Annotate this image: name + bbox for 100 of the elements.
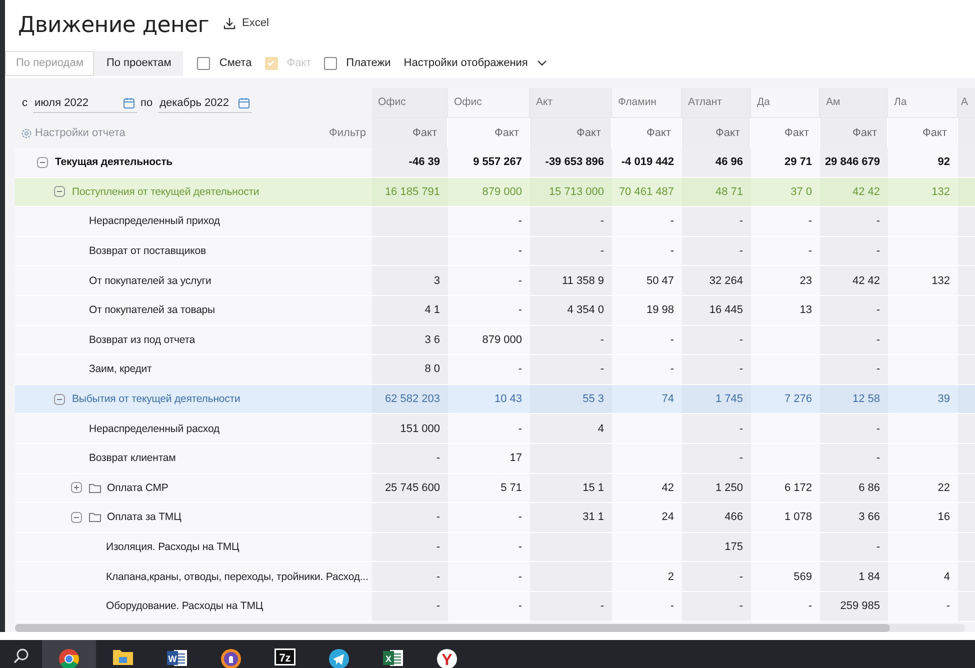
table-cell: 16 185 791 <box>372 178 448 208</box>
table-cell: 12 58 <box>820 384 888 414</box>
date-from-field[interactable]: июля 2022 <box>32 94 136 112</box>
collapse-icon[interactable] <box>54 394 65 405</box>
table-cell: 16 <box>888 503 958 533</box>
row-label: От покупателей за товары <box>89 304 215 316</box>
table-cell: - <box>448 296 530 326</box>
measure-header: Факт <box>820 118 888 148</box>
table-cell: 22 <box>888 474 958 504</box>
table-cell: - <box>372 503 448 533</box>
table-cell: - <box>682 562 751 592</box>
filter-label[interactable]: Фильтр <box>329 127 366 139</box>
folder-icon <box>112 648 134 666</box>
project-column-header[interactable]: Акт <box>530 88 612 118</box>
table-cell: - <box>682 326 751 356</box>
table-cell: - <box>612 207 682 237</box>
table-cell: - <box>448 414 530 444</box>
measure-header: Факт <box>888 118 958 148</box>
calendar-icon <box>122 96 134 108</box>
table-cell: 48 71 <box>682 178 751 208</box>
taskbar-button[interactable]: W <box>150 640 204 668</box>
report-settings-button[interactable]: Настройки отчета <box>20 126 126 140</box>
table-cell: 42 42 <box>820 178 888 208</box>
project-column-header[interactable]: Офис <box>372 88 448 118</box>
table-cell: - <box>682 414 751 444</box>
table-cell: - <box>820 532 888 562</box>
table-cell: - <box>612 326 682 356</box>
project-column-header[interactable]: Да <box>751 88 820 118</box>
date-to-field[interactable]: декабрь 2022 <box>158 94 252 112</box>
download-icon <box>223 16 236 30</box>
horizontal-scrollbar[interactable] <box>15 624 965 632</box>
table-cell <box>888 414 958 444</box>
view-tab[interactable]: По периодам <box>5 50 94 76</box>
table-cell: - <box>612 236 682 266</box>
taskbar-button[interactable]: 7z <box>258 640 312 668</box>
table-cell <box>751 355 820 385</box>
row-label: Текущая деятельность <box>55 156 172 168</box>
table-cell: - <box>888 592 958 622</box>
excel-export-button[interactable]: Excel <box>221 14 271 32</box>
row-label: От покупателей за услуги <box>89 274 212 287</box>
table-cell <box>958 178 975 208</box>
project-column-header[interactable]: Офис <box>448 88 530 118</box>
table-cell <box>888 355 958 385</box>
table-cell: - <box>682 207 751 237</box>
table-cell: 92 <box>888 148 958 178</box>
row-label: Возврат от поставщиков <box>89 245 206 258</box>
table-cell: 3 6 <box>372 326 448 356</box>
checkbox-label: Платежи <box>346 57 391 69</box>
table-cell: - <box>682 236 751 266</box>
taskbar-button[interactable]: X <box>366 640 420 668</box>
table-cell: 42 42 <box>820 266 888 296</box>
table-cell: 37 0 <box>751 178 820 208</box>
project-column-header[interactable]: Фламин <box>612 88 682 118</box>
from-label: с <box>22 97 28 109</box>
row-label: Заим, кредит <box>89 363 152 376</box>
table-cell: - <box>372 444 448 474</box>
row-label: Поступления от текущей деятельности <box>72 186 260 198</box>
collapse-icon[interactable] <box>37 156 48 168</box>
measure-header: Факт <box>751 118 820 148</box>
check-icon <box>266 58 276 68</box>
table-cell: 4 <box>888 562 958 592</box>
table-cell: 2 <box>612 562 682 592</box>
project-column-header[interactable]: Ам <box>820 88 888 118</box>
collapse-icon[interactable] <box>54 186 65 198</box>
search-icon <box>13 648 29 664</box>
checkbox-label: Смета <box>219 57 252 69</box>
measure-header: Факт <box>530 118 612 148</box>
table-cell: - <box>372 532 448 562</box>
table-cell <box>958 148 975 178</box>
table-cell <box>888 207 958 237</box>
row-label: Оплата СМР <box>107 482 168 494</box>
collapse-icon[interactable] <box>71 512 82 523</box>
checkbox[interactable] <box>324 56 338 70</box>
table-cell: - <box>448 503 530 533</box>
table-cell: 55 3 <box>530 384 612 414</box>
taskbar-button[interactable]: Y <box>420 640 474 668</box>
folder-icon <box>89 482 101 493</box>
table-cell: 8 0 <box>372 355 448 385</box>
table-cell: 32 264 <box>682 266 751 296</box>
project-column-header[interactable]: Ла <box>888 88 958 118</box>
table-cell: - <box>751 592 820 622</box>
checkbox-label: Факт <box>286 57 312 69</box>
table-cell: - <box>530 236 612 266</box>
table-cell: 39 <box>888 384 958 414</box>
row-label: Изоляция. Расходы на ТМЦ <box>106 541 240 554</box>
table-cell: - <box>448 236 530 266</box>
table-cell: 42 <box>612 474 682 504</box>
table-cell: - <box>448 266 530 296</box>
measure-header: Факт <box>448 118 530 148</box>
chevron-down-icon <box>536 60 547 66</box>
table-cell: 15 713 000 <box>530 178 612 208</box>
project-column-header[interactable]: А <box>958 88 975 118</box>
view-tab[interactable]: По проектам <box>94 50 184 76</box>
checkbox[interactable] <box>197 56 210 70</box>
project-column-header[interactable]: Атлант <box>682 88 751 118</box>
table-cell: - <box>372 592 448 622</box>
table-cell: 10 43 <box>448 384 530 414</box>
expand-icon[interactable] <box>71 482 82 494</box>
display-settings-dropdown[interactable]: Настройки отображения <box>402 55 549 71</box>
row-label: Выбытия от текущей деятельности <box>72 393 240 406</box>
